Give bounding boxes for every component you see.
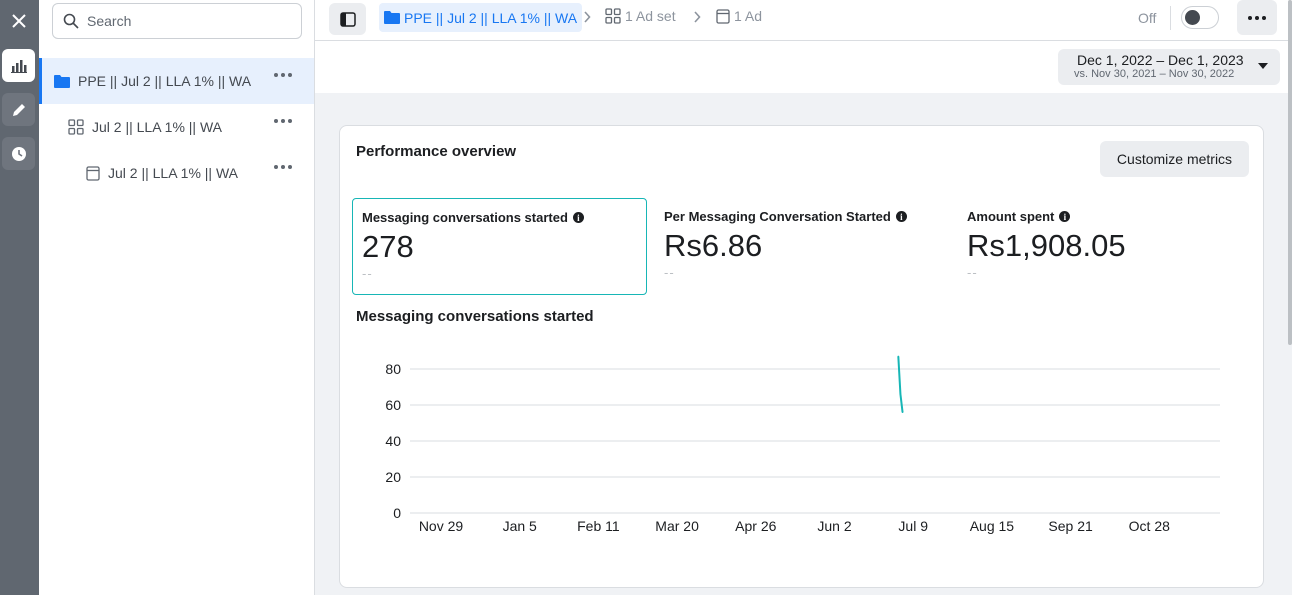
- performance-overview-card: Performance overview Customize metrics M…: [339, 125, 1264, 588]
- panel-toggle-button[interactable]: [329, 3, 366, 35]
- more-options-icon[interactable]: [274, 119, 292, 123]
- x-tick-label: Aug 15: [970, 518, 1015, 534]
- breadcrumb-ad[interactable]: 1 Ad: [716, 8, 762, 24]
- date-range-main: Dec 1, 2022 – Dec 1, 2023: [1077, 52, 1244, 68]
- y-tick-label: 60: [385, 397, 401, 413]
- y-tick-label: 0: [393, 505, 401, 521]
- pencil-icon: [12, 103, 25, 116]
- line-chart: 0 20 40 60 80 Nov 29 Jan 5 Feb 11 Mar 20 Apr 26 Ju…: [385, 355, 1220, 534]
- data-point: [901, 411, 904, 414]
- ad-icon: [716, 8, 730, 24]
- caret-down-icon: [1258, 63, 1268, 69]
- left-rail: [0, 0, 39, 595]
- campaign-tree-panel: PPE || Jul 2 || LLA 1% || WA Jul 2 || LL…: [39, 0, 315, 595]
- breadcrumb-campaign[interactable]: PPE || Jul 2 || LLA 1% || WA: [379, 3, 583, 32]
- date-bar: Dec 1, 2022 – Dec 1, 2023 vs. Nov 30, 20…: [315, 41, 1292, 93]
- x-tick-label: Jul 9: [898, 518, 928, 534]
- y-tick-label: 80: [385, 361, 401, 377]
- x-tick-label: Jan 5: [503, 518, 537, 534]
- series-line: [897, 356, 904, 413]
- chevron-right-icon: [694, 11, 701, 23]
- data-point: [897, 355, 900, 358]
- x-tick-label: Apr 26: [735, 518, 776, 534]
- breadcrumb-campaign-label: PPE || Jul 2 || LLA 1% || WA: [404, 9, 578, 26]
- tree-item-label: Jul 2 || LLA 1% || WA: [92, 119, 222, 135]
- date-range-picker[interactable]: Dec 1, 2022 – Dec 1, 2023 vs. Nov 30, 20…: [1058, 49, 1280, 85]
- search-icon: [63, 13, 79, 29]
- scrollbar[interactable]: [1288, 0, 1292, 345]
- search-input[interactable]: [87, 13, 287, 29]
- data-point: [899, 393, 902, 396]
- more-options-icon[interactable]: [274, 165, 292, 169]
- breadcrumb-adset[interactable]: 1 Ad set: [605, 8, 676, 24]
- search-box[interactable]: [52, 3, 302, 39]
- toggle-knob: [1185, 10, 1200, 25]
- chevron-right-icon: [584, 11, 591, 23]
- tree-item-ad[interactable]: Jul 2 || LLA 1% || WA: [39, 150, 314, 196]
- performance-button[interactable]: [2, 49, 35, 82]
- x-tick-label: Feb 11: [577, 518, 620, 534]
- more-options-icon[interactable]: [274, 73, 292, 77]
- toggle-status-label: Off: [1138, 10, 1157, 26]
- close-icon: [11, 13, 26, 28]
- on-off-toggle[interactable]: [1181, 6, 1219, 29]
- x-tick-label: Nov 29: [419, 518, 464, 534]
- tree-item-campaign[interactable]: PPE || Jul 2 || LLA 1% || WA: [39, 58, 314, 104]
- grid-icon: [605, 8, 621, 24]
- tree-item-label: Jul 2 || LLA 1% || WA: [108, 165, 238, 181]
- tree-item-label: PPE || Jul 2 || LLA 1% || WA: [78, 73, 252, 89]
- x-tick-label: Mar 20: [655, 518, 699, 534]
- top-bar: PPE || Jul 2 || LLA 1% || WA 1 Ad set 1 …: [315, 0, 1292, 41]
- y-tick-label: 20: [385, 469, 401, 485]
- close-button[interactable]: [2, 4, 35, 37]
- more-options-button[interactable]: [1237, 0, 1277, 35]
- grid-icon: [68, 119, 84, 135]
- sidebar-toggle-icon: [339, 11, 356, 27]
- x-tick-label: Jun 2: [817, 518, 851, 534]
- ad-icon: [86, 165, 100, 181]
- history-button[interactable]: [2, 137, 35, 170]
- breadcrumb-ad-label: 1 Ad: [734, 8, 763, 24]
- ads-manager-window: PPE || Jul 2 || LLA 1% || WA Jul 2 || LL…: [0, 0, 1292, 595]
- tree-item-adset[interactable]: Jul 2 || LLA 1% || WA: [39, 104, 314, 150]
- clock-icon: [11, 146, 26, 161]
- bar-chart-icon: [10, 59, 27, 73]
- x-tick-label: Oct 28: [1129, 518, 1170, 534]
- breadcrumb-adset-label: 1 Ad set: [625, 8, 676, 24]
- edit-button[interactable]: [2, 93, 35, 126]
- y-tick-label: 40: [385, 433, 401, 449]
- folder-icon: [54, 74, 70, 88]
- x-tick-label: Sep 21: [1048, 518, 1093, 534]
- divider: [1170, 6, 1171, 30]
- date-range-compare: vs. Nov 30, 2021 – Nov 30, 2022: [1074, 68, 1235, 80]
- folder-icon: [384, 11, 400, 24]
